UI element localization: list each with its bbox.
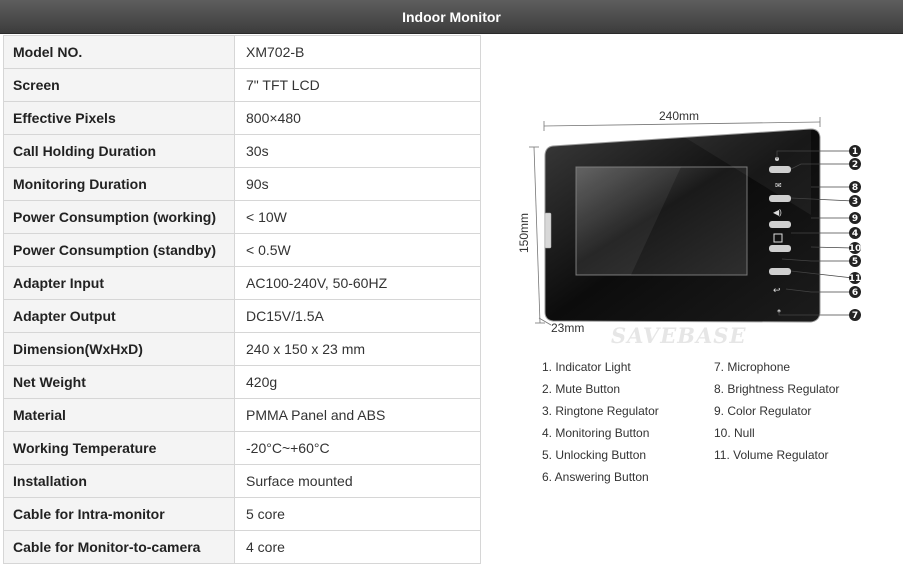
svg-text:1: 1 xyxy=(852,147,858,157)
spec-value: 5 core xyxy=(234,497,481,531)
width-label: 240mm xyxy=(659,109,699,123)
table-row: Net Weight 420g xyxy=(3,365,481,399)
callout-2: 2 xyxy=(849,158,861,170)
svg-text:7: 7 xyxy=(852,311,858,321)
table-row: Cable for Intra-monitor 5 core xyxy=(3,497,481,531)
spec-label: Screen xyxy=(3,68,235,102)
callout-1: 1 xyxy=(849,145,861,157)
spec-label: Dimension(WxHxD) xyxy=(3,332,235,366)
callout-5: 5 xyxy=(849,255,861,267)
legend-item: 7. Microphone xyxy=(714,360,791,374)
svg-text:↩: ↩ xyxy=(773,285,781,295)
spec-label: Working Temperature xyxy=(3,431,235,465)
spec-label: Installation xyxy=(3,464,235,498)
table-row: Dimension(WxHxD) 240 x 150 x 23 mm xyxy=(3,332,481,366)
svg-text:8: 8 xyxy=(852,183,858,193)
table-row: Material PMMA Panel and ABS xyxy=(3,398,481,432)
svg-text:9: 9 xyxy=(852,214,858,224)
spec-value: DC15V/1.5A xyxy=(234,299,481,333)
spec-label: Call Holding Duration xyxy=(3,134,235,168)
spec-value: 7" TFT LCD xyxy=(234,68,481,102)
spec-label: Net Weight xyxy=(3,365,235,399)
table-row: Effective Pixels 800×480 xyxy=(3,101,481,135)
monitor-diagram: SAVEBASE 240mm 150mm 23mm ✉ ◀) ↩ 1 2 8 3… xyxy=(517,109,862,348)
callout-10: 10 xyxy=(849,242,862,254)
callout-11: 11 xyxy=(849,272,862,284)
spec-value: 240 x 150 x 23 mm xyxy=(234,332,481,366)
svg-text:◀): ◀) xyxy=(773,208,782,217)
page-header: Indoor Monitor xyxy=(0,0,903,34)
table-row: Power Consumption (standby) < 0.5W xyxy=(3,233,481,267)
legend-item: 9. Color Regulator xyxy=(714,404,812,418)
spec-label: Model NO. xyxy=(3,35,235,69)
legend-item: 8. Brightness Regulator xyxy=(714,382,840,396)
spec-value: PMMA Panel and ABS xyxy=(234,398,481,432)
legend-item: 2. Mute Button xyxy=(542,382,621,396)
spec-table: Model NO. XM702-B Screen 7" TFT LCD Effect… xyxy=(3,35,481,564)
spec-value: Surface mounted xyxy=(234,464,481,498)
page-title: Indoor Monitor xyxy=(402,8,501,25)
svg-text:10: 10 xyxy=(849,244,862,254)
table-row: Cable for Monitor-to-camera 4 core xyxy=(3,530,481,564)
height-dimension: 150mm xyxy=(517,146,545,324)
spec-value: 420g xyxy=(234,365,481,399)
table-row: Adapter Output DC15V/1.5A xyxy=(3,299,481,333)
legend-item: 3. Ringtone Regulator xyxy=(542,404,659,418)
monitor-body: ✉ ◀) ↩ xyxy=(544,128,821,323)
table-row: Working Temperature -20°C~+60°C xyxy=(3,431,481,465)
spec-label: Power Consumption (working) xyxy=(3,200,235,234)
spec-label: Cable for Intra-monitor xyxy=(3,497,235,531)
svg-text:2: 2 xyxy=(852,160,858,170)
table-row: Screen 7" TFT LCD xyxy=(3,68,481,102)
spec-label: Cable for Monitor-to-camera xyxy=(3,530,235,564)
legend-item: 1. Indicator Light xyxy=(542,360,631,374)
spec-label: Material xyxy=(3,398,235,432)
callout-9: 9 xyxy=(849,212,861,224)
watermark-text: SAVEBASE xyxy=(611,323,746,348)
legend-item: 4. Monitoring Button xyxy=(542,426,650,440)
legend-item: 10. Null xyxy=(714,426,755,440)
legend-left: 1. Indicator Light 2. Mute Button 3. Rin… xyxy=(542,360,712,490)
table-row: Model NO. XM702-B xyxy=(3,35,481,69)
spec-value: -20°C~+60°C xyxy=(234,431,481,465)
callout-3: 3 xyxy=(849,195,861,207)
svg-text:6: 6 xyxy=(852,288,858,298)
svg-text:4: 4 xyxy=(852,229,858,239)
spec-label: Power Consumption (standby) xyxy=(3,233,235,267)
depth-label: 23mm xyxy=(551,321,584,335)
callout-8: 8 xyxy=(849,181,861,193)
legend-item: 6. Answering Button xyxy=(542,470,649,484)
spec-value: < 0.5W xyxy=(234,233,481,267)
width-dimension: 240mm xyxy=(543,109,821,131)
spec-value: 4 core xyxy=(234,530,481,564)
legend-right: 7. Microphone 8. Brightness Regulator 9.… xyxy=(714,360,894,470)
spec-value: 800×480 xyxy=(234,101,481,135)
svg-text:11: 11 xyxy=(849,274,862,284)
spec-value: XM702-B xyxy=(234,35,481,69)
svg-text:3: 3 xyxy=(852,197,858,207)
svg-text:✉: ✉ xyxy=(775,181,782,190)
legend-item: 11. Volume Regulator xyxy=(714,448,829,462)
spec-label: Adapter Input xyxy=(3,266,235,300)
spec-label: Effective Pixels xyxy=(3,101,235,135)
callout-4: 4 xyxy=(849,227,861,239)
spec-value: 30s xyxy=(234,134,481,168)
table-row: Monitoring Duration 90s xyxy=(3,167,481,201)
callout-7: 7 xyxy=(849,309,861,321)
table-row: Call Holding Duration 30s xyxy=(3,134,481,168)
table-row: Installation Surface mounted xyxy=(3,464,481,498)
spec-label: Monitoring Duration xyxy=(3,167,235,201)
table-row: Adapter Input AC100-240V, 50-60HZ xyxy=(3,266,481,300)
spec-value: 90s xyxy=(234,167,481,201)
product-diagram-panel: SAVEBASE 240mm 150mm 23mm ✉ ◀) ↩ 1 2 8 3… xyxy=(481,35,903,561)
svg-text:5: 5 xyxy=(852,257,858,267)
spec-value: AC100-240V, 50-60HZ xyxy=(234,266,481,300)
spec-value: < 10W xyxy=(234,200,481,234)
table-row: Power Consumption (working) < 10W xyxy=(3,200,481,234)
legend-item: 5. Unlocking Button xyxy=(542,448,647,462)
height-label: 150mm xyxy=(517,213,531,253)
callout-6: 6 xyxy=(849,286,861,298)
spec-label: Adapter Output xyxy=(3,299,235,333)
